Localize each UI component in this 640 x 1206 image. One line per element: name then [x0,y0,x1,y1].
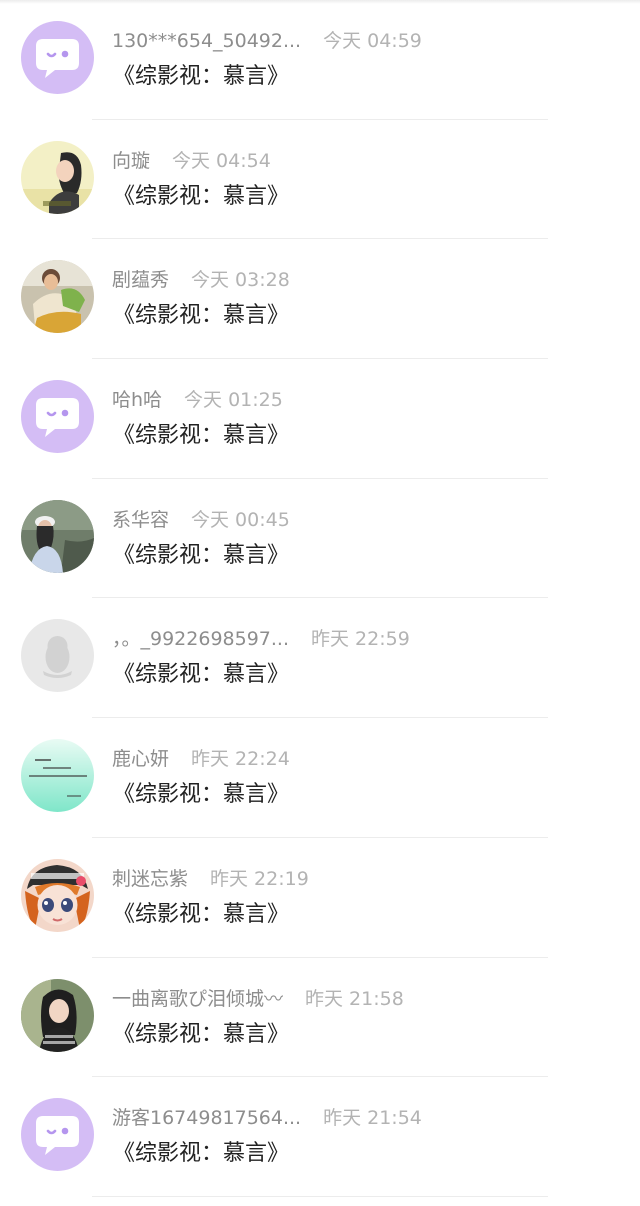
comment-text: 《综影视：慕言》 [113,303,290,329]
comment-time: 昨天 21:58 [305,987,404,1010]
comment-meta: 鹿心妍 昨天 22:24 [112,746,290,772]
comment-text: 《综影视：慕言》 [113,423,290,449]
comment-meta: 130***654_50492... 今天 04:59 [112,28,422,54]
comment-text: 《综影视：慕言》 [113,1021,290,1047]
commenter-name[interactable]: 130***654_50492... [112,30,301,52]
comment-item[interactable]: 剧蕴秀 今天 03:28 《综影视：慕言》 [0,239,640,360]
commenter-name[interactable]: 系华容 [112,509,169,531]
comment-text: 《综影视：慕言》 [113,662,290,688]
commenter-name[interactable]: 剧蕴秀 [112,269,169,291]
comment-time: 今天 04:54 [172,149,271,172]
comment-time: 今天 00:45 [191,508,290,531]
comment-text: 《综影视：慕言》 [113,782,290,808]
user-photo-avatar[interactable] [21,140,94,214]
comment-item[interactable]: 向璇 今天 04:54 《综影视：慕言》 [0,120,640,240]
comment-meta: 系华容 今天 00:45 [112,507,290,533]
comment-time: 今天 01:25 [184,389,283,412]
qq-penguin-placeholder-icon[interactable] [21,619,94,693]
comment-time: 昨天 22:19 [210,867,309,890]
comment-time: 昨天 22:59 [311,628,410,651]
comment-meta: 刺迷忘紫 昨天 22:19 [112,866,309,892]
comment-text: 《综影视：慕言》 [113,901,290,927]
commenter-name[interactable]: 向璇 [112,150,150,172]
comment-item[interactable]: 130***654_50492... 今天 04:59 《综影视：慕言》 [0,0,640,120]
comment-meta: 哈h哈 今天 01:25 [112,387,283,413]
user-photo-avatar[interactable] [21,260,94,334]
comment-item[interactable]: 一曲离歌ぴ泪倾城〰 昨天 21:58 《综影视：慕言》 [0,958,640,1078]
comment-meta: 向璇 今天 04:54 [112,148,271,174]
comment-text: 《综影视：慕言》 [113,183,290,209]
user-photo-avatar[interactable] [21,978,94,1052]
commenter-name[interactable]: 刺迷忘紫 [112,868,188,890]
comment-meta: 一曲离歌ぴ泪倾城〰 昨天 21:58 [112,986,404,1012]
comment-item[interactable]: ，。_9922698597... 昨天 22:59 《综影视：慕言》 [0,598,640,719]
comment-meta: 游客16749817564... 昨天 21:54 [112,1105,422,1131]
comment-text: 《综影视：慕言》 [113,1141,290,1167]
comment-time: 今天 03:28 [191,269,290,292]
commenter-name[interactable]: ，。_9922698597... [112,628,289,650]
comment-item[interactable]: 刺迷忘紫 昨天 22:19 《综影视：慕言》 [0,838,640,958]
comment-item[interactable]: 系华容 今天 00:45 《综影视：慕言》 [0,479,640,599]
comment-time: 今天 04:59 [323,30,422,52]
commenter-name[interactable]: 游客16749817564... [112,1107,301,1129]
commenter-name[interactable]: 一曲离歌ぴ泪倾城〰 [112,988,283,1010]
comment-text: 《综影视：慕言》 [113,64,290,89]
user-text-image-avatar[interactable] [21,739,94,813]
comment-item[interactable]: 游客16749817564... 昨天 21:54 《综影视：慕言》 [0,1077,640,1197]
default-chat-bubble-icon[interactable] [21,1098,94,1172]
default-chat-bubble-icon[interactable] [21,21,94,94]
comment-list: 130***654_50492... 今天 04:59 《综影视：慕言》 向璇 今天… [0,0,640,1197]
comment-meta: 剧蕴秀 今天 03:28 [112,267,290,293]
comment-item[interactable]: 哈h哈 今天 01:25 《综影视：慕言》 [0,359,640,479]
user-cartoon-avatar[interactable] [21,858,94,932]
user-photo-avatar[interactable] [21,499,94,573]
comment-text: 《综影视：慕言》 [113,542,290,568]
default-chat-bubble-icon[interactable] [21,380,94,454]
commenter-name[interactable]: 哈h哈 [112,389,162,411]
comment-time: 昨天 21:54 [323,1107,422,1130]
commenter-name[interactable]: 鹿心妍 [112,748,169,770]
comment-item[interactable]: 鹿心妍 昨天 22:24 《综影视：慕言》 [0,718,640,838]
comment-meta: ，。_9922698597... 昨天 22:59 [112,626,410,652]
comment-time: 昨天 22:24 [191,748,290,771]
divider [92,1195,548,1197]
